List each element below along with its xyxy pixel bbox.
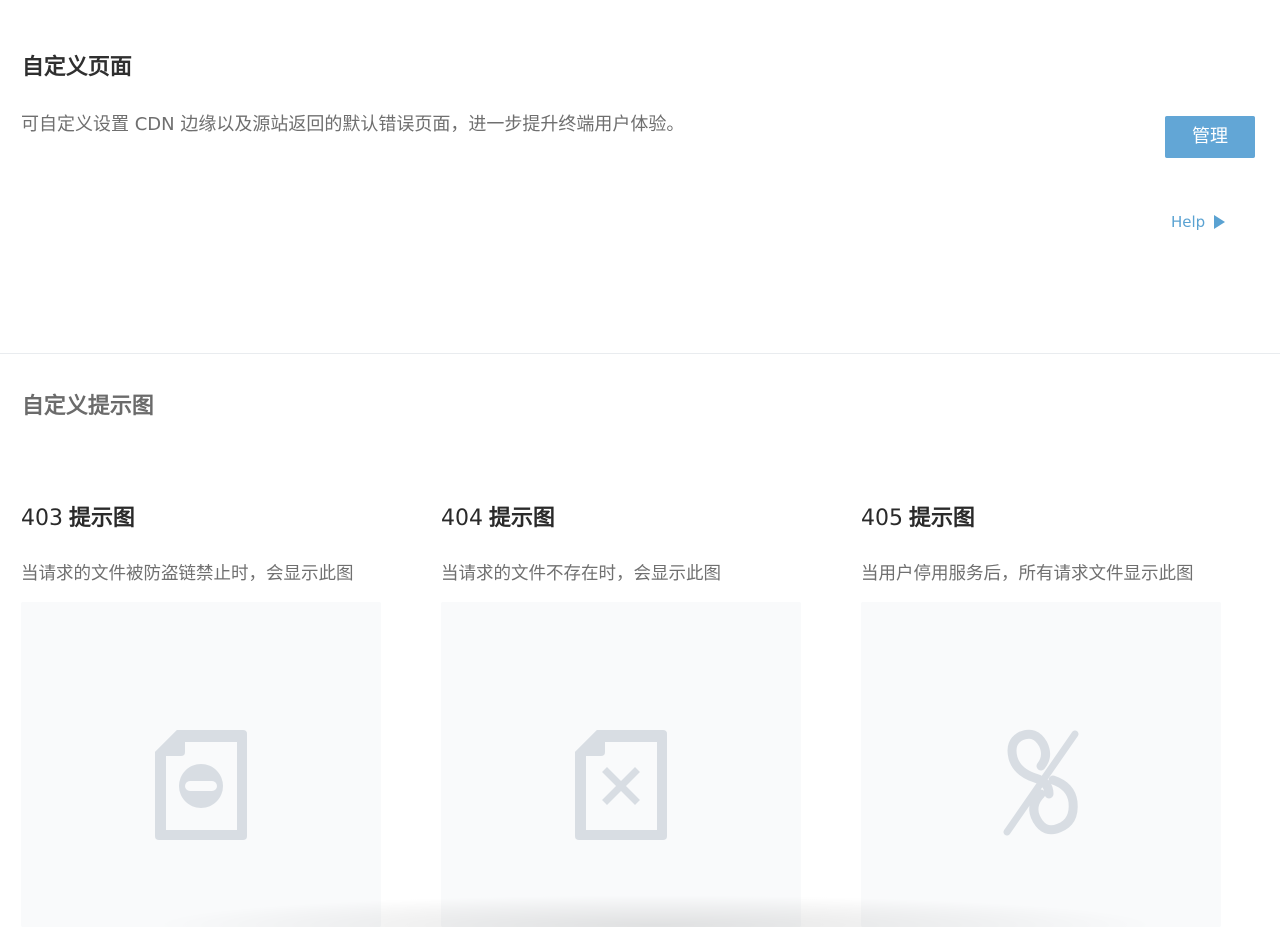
card-title: 404 提示图 xyxy=(441,505,555,533)
play-icon xyxy=(1214,215,1226,229)
card-label: 提示图 xyxy=(69,506,136,531)
card-title: 405 提示图 xyxy=(861,505,975,533)
broken-link-icon xyxy=(1003,729,1079,836)
card-description: 当用户停用服务后，所有请求文件显示此图 xyxy=(861,564,1194,584)
custom-page-title: 自定义页面 xyxy=(22,55,133,80)
help-link-label: Help xyxy=(1171,213,1206,231)
card-description: 当请求的文件不存在时，会显示此图 xyxy=(441,564,721,584)
file-missing-icon xyxy=(575,730,667,840)
manage-button[interactable]: 管理 xyxy=(1165,116,1255,158)
card-code: 405 xyxy=(861,506,903,531)
page: 自定义页面 可自定义设置 CDN 边缘以及源站返回的默认错误页面，进一步提升终端… xyxy=(0,0,1280,927)
image-preview-403[interactable] xyxy=(21,602,381,927)
card-title: 403 提示图 xyxy=(21,505,135,533)
file-forbidden-icon xyxy=(155,730,247,840)
card-description: 当请求的文件被防盗链禁止时，会显示此图 xyxy=(21,564,354,584)
card-label: 提示图 xyxy=(909,506,976,531)
card-code: 403 xyxy=(21,506,63,531)
custom-page-description: 可自定义设置 CDN 边缘以及源站返回的默认错误页面，进一步提升终端用户体验。 xyxy=(21,114,685,135)
custom-image-title: 自定义提示图 xyxy=(22,394,155,419)
image-preview-404[interactable] xyxy=(441,602,801,927)
image-preview-405[interactable] xyxy=(861,602,1221,927)
card-code: 404 xyxy=(441,506,483,531)
custom-page-section: 自定义页面 可自定义设置 CDN 边缘以及源站返回的默认错误页面，进一步提升终端… xyxy=(0,0,1280,354)
help-link[interactable]: Help xyxy=(1171,211,1226,233)
card-label: 提示图 xyxy=(489,506,556,531)
